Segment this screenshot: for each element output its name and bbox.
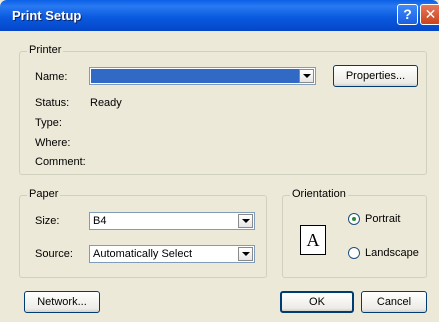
chevron-down-icon[interactable] [238,247,253,261]
paper-source-select[interactable]: Automatically Select [89,245,255,263]
portrait-page-icon: A [300,225,326,255]
title-bar[interactable]: Print Setup ? ✕ [0,0,439,31]
ok-button[interactable]: OK [280,291,354,313]
network-button[interactable]: Network... [24,291,100,313]
print-setup-dialog: Print Setup ? ✕ Printer Name: Properties… [0,0,439,322]
comment-label: Comment: [35,156,86,168]
printer-group-label: Printer [27,44,64,56]
help-button[interactable]: ? [397,4,418,25]
source-label: Source: [35,248,73,260]
paper-group: Paper [19,188,267,278]
status-value: Ready [90,97,122,109]
name-label: Name: [35,71,68,83]
chevron-down-icon[interactable] [238,214,253,228]
close-button[interactable]: ✕ [420,4,439,25]
paper-size-value: B4 [93,215,107,227]
type-label: Type: [35,117,62,129]
landscape-label[interactable]: Landscape [365,247,419,259]
chevron-down-icon[interactable] [299,69,314,83]
properties-button[interactable]: Properties... [333,65,418,87]
window-title: Print Setup [12,8,82,23]
portrait-radio[interactable] [348,213,360,225]
paper-group-label: Paper [27,188,61,200]
printer-name-select[interactable] [89,67,316,85]
landscape-radio[interactable] [348,247,360,259]
paper-source-value: Automatically Select [93,248,193,260]
orientation-group-label: Orientation [290,188,348,200]
paper-size-select[interactable]: B4 [89,212,255,230]
portrait-label[interactable]: Portrait [365,213,400,225]
cancel-button[interactable]: Cancel [361,291,427,313]
status-label: Status: [35,97,70,109]
where-label: Where: [35,137,71,149]
size-label: Size: [35,215,60,227]
printer-name-highlight [91,69,299,83]
